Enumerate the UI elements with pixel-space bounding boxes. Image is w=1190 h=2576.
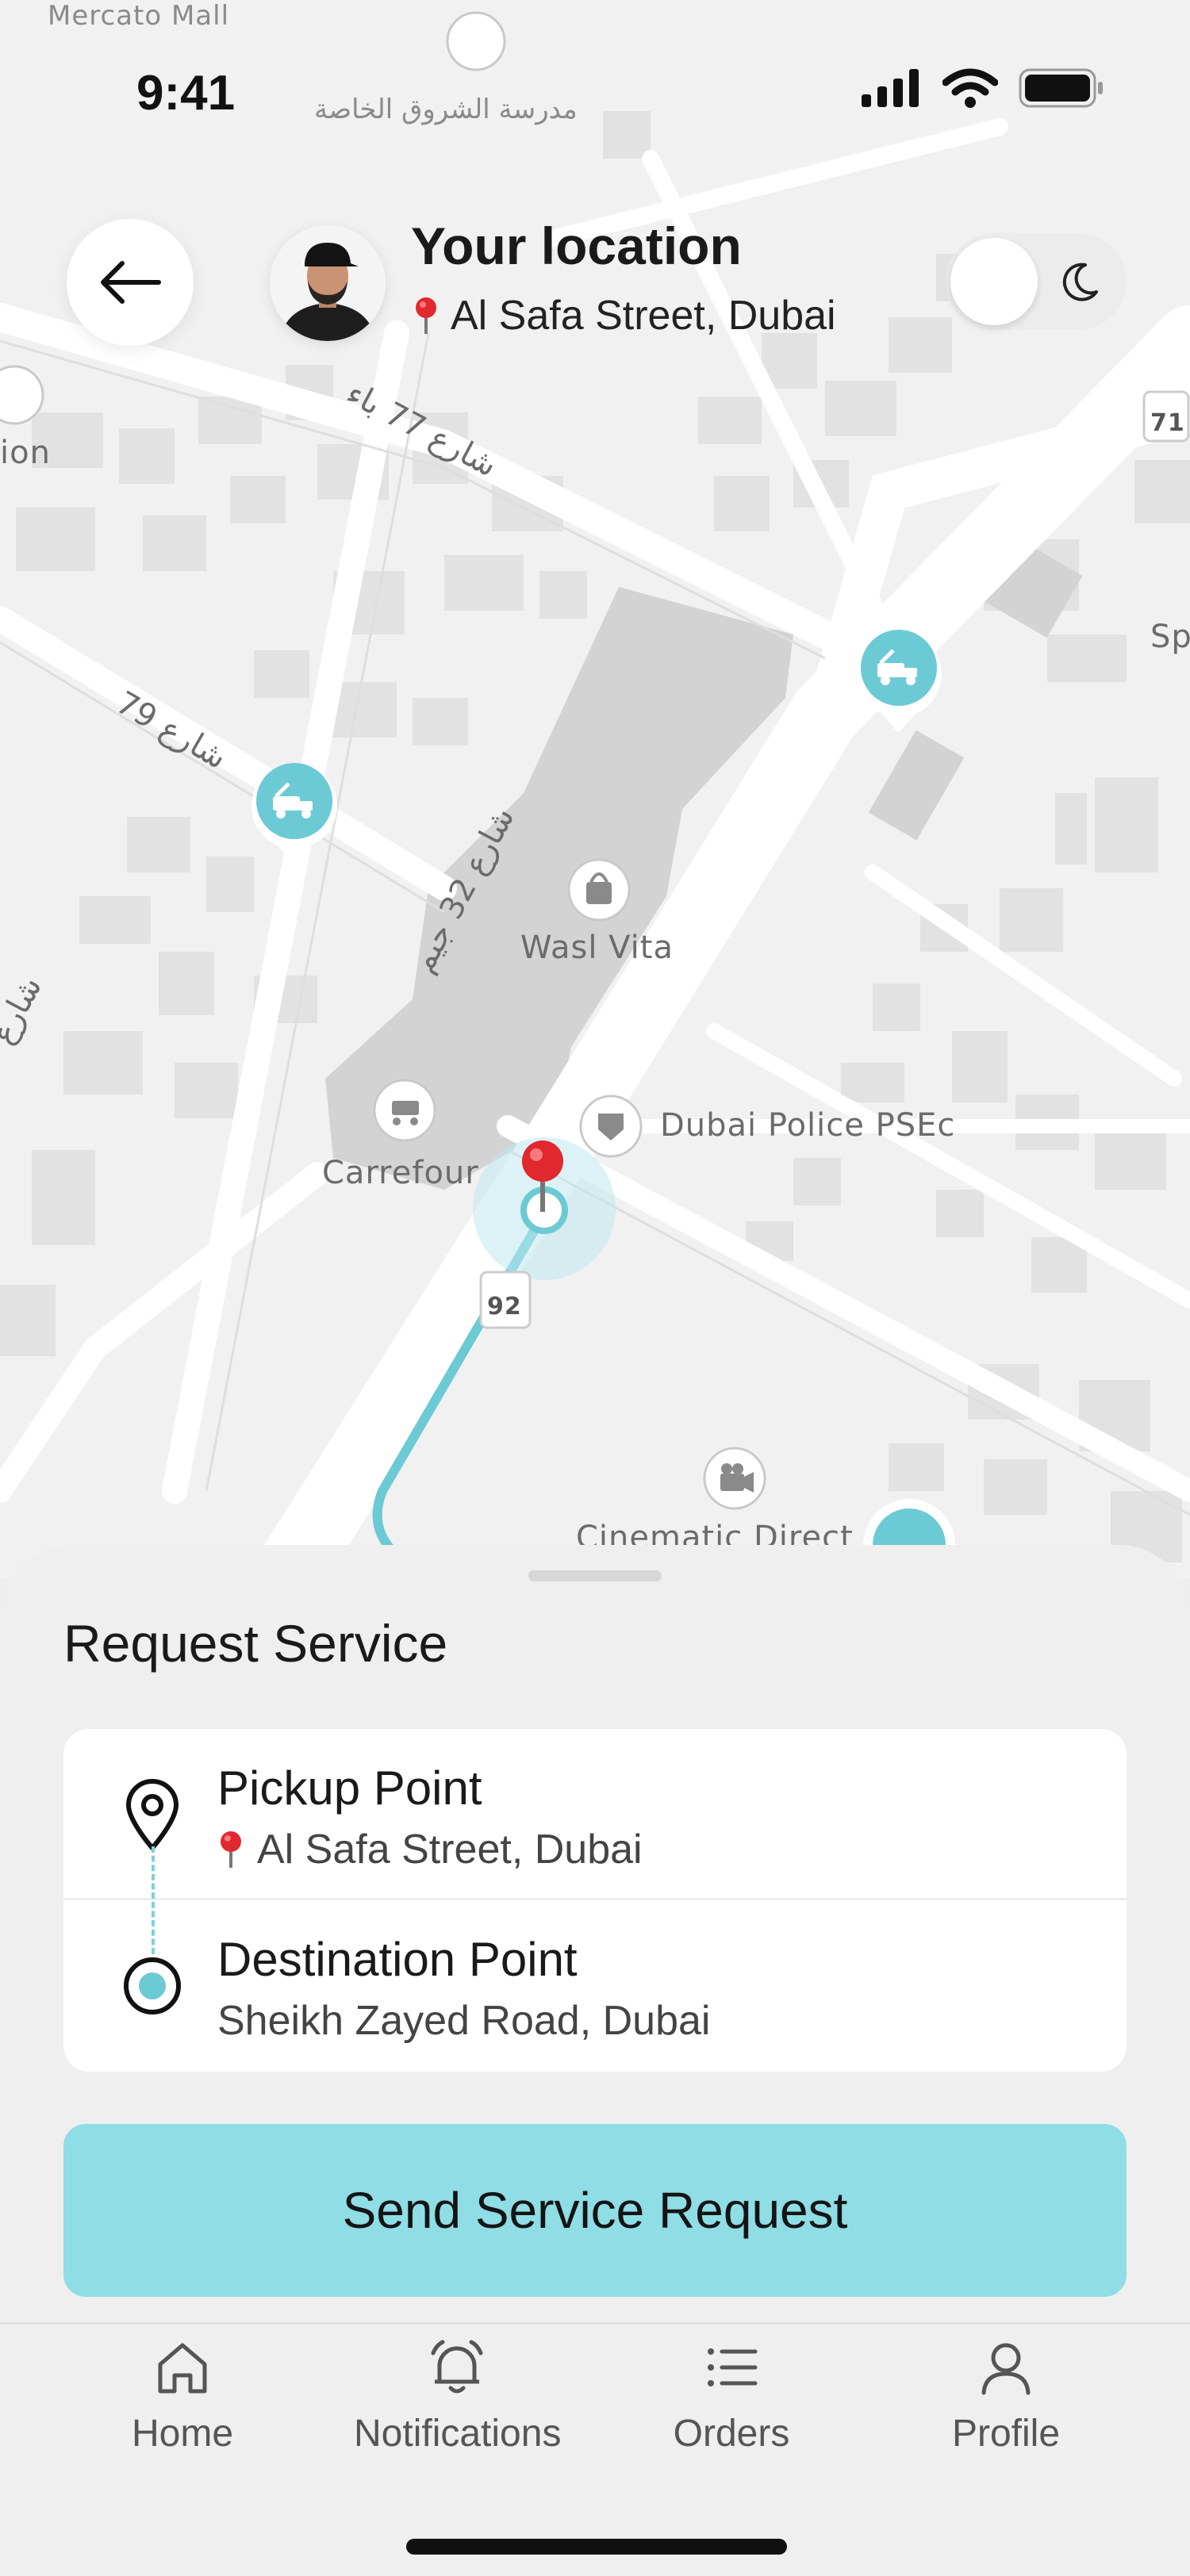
bell-icon: [431, 2340, 483, 2394]
arrow-left-icon: [101, 261, 161, 304]
destination-value-text: Sheikh Zayed Road, Dubai: [217, 1998, 711, 2044]
road-shield-71: 71: [1150, 409, 1185, 437]
avatar-image: [270, 225, 386, 341]
map-label-edge-sp: Sp: [1150, 619, 1190, 655]
tab-orders[interactable]: Orders: [628, 2337, 835, 2496]
route-card: Pickup Point Al Safa Street, Dubai Desti…: [63, 1729, 1127, 2072]
destination-target-icon: [124, 1957, 181, 2014]
pickup-value-text: Al Safa Street, Dubai: [257, 1827, 643, 1873]
map-label-edge-on: ion: [0, 435, 51, 471]
road-shield-92: 92: [487, 1293, 522, 1321]
back-button[interactable]: [67, 219, 194, 346]
tab-notifications-label: Notifications: [354, 2413, 562, 2455]
pickup-label: Pickup Point: [217, 1761, 482, 1815]
destination-label: Destination Point: [217, 1933, 578, 1986]
user-icon: [981, 2343, 1031, 2395]
request-sheet: Request Service Pickup Point Al Safa Str…: [0, 1545, 1190, 2322]
tab-profile[interactable]: Profile: [903, 2337, 1109, 2496]
destination-row[interactable]: Destination Point Sheikh Zayed Road, Dub…: [63, 1900, 1127, 2072]
tab-home[interactable]: Home: [79, 2337, 286, 2496]
pickup-value: Al Safa Street, Dubai: [217, 1826, 643, 1873]
tow-marker-1: [251, 763, 337, 864]
list-icon: [708, 2348, 758, 2386]
battery-icon: [1019, 68, 1103, 108]
status-time: 9:41: [136, 66, 236, 121]
wifi-icon: [942, 68, 998, 108]
status-icons: [862, 68, 1104, 108]
map-label-carrefour[interactable]: Carrefour: [322, 1155, 479, 1191]
tab-notifications[interactable]: Notifications: [354, 2337, 562, 2496]
location-address[interactable]: Al Safa Street, Dubai: [413, 292, 836, 339]
location-address-text: Al Safa Street, Dubai: [451, 293, 836, 339]
sheet-handle[interactable]: [528, 1570, 662, 1581]
red-pin-icon: [221, 1831, 241, 1868]
location-title: Your location: [411, 217, 742, 275]
destination-value: Sheikh Zayed Road, Dubai: [217, 1997, 711, 2045]
dark-mode-toggle[interactable]: [946, 233, 1127, 330]
signal-icon: [862, 69, 919, 107]
moon-icon: [1062, 263, 1098, 301]
tab-profile-label: Profile: [951, 2413, 1061, 2455]
tab-orders-label: Orders: [673, 2413, 790, 2455]
toggle-knob: [950, 238, 1038, 325]
status-bar: 9:41: [0, 0, 1190, 190]
map-label-dubai-police[interactable]: Dubai Police PSEc: [660, 1107, 955, 1144]
tab-bar: Home Notifications Orders Profile: [0, 2322, 1190, 2576]
send-service-request-button[interactable]: Send Service Request: [63, 2124, 1127, 2297]
sheet-title: Request Service: [63, 1614, 448, 1673]
location-pin-icon: [126, 1779, 178, 1850]
home-icon: [158, 2343, 207, 2394]
home-indicator[interactable]: [406, 2539, 787, 2555]
pickup-row[interactable]: Pickup Point Al Safa Street, Dubai: [63, 1729, 1127, 1900]
avatar[interactable]: [270, 225, 386, 341]
red-pin-icon: [416, 297, 436, 334]
map-label-wasl-vita[interactable]: Wasl Vita: [520, 930, 674, 966]
tab-home-label: Home: [131, 2413, 234, 2455]
